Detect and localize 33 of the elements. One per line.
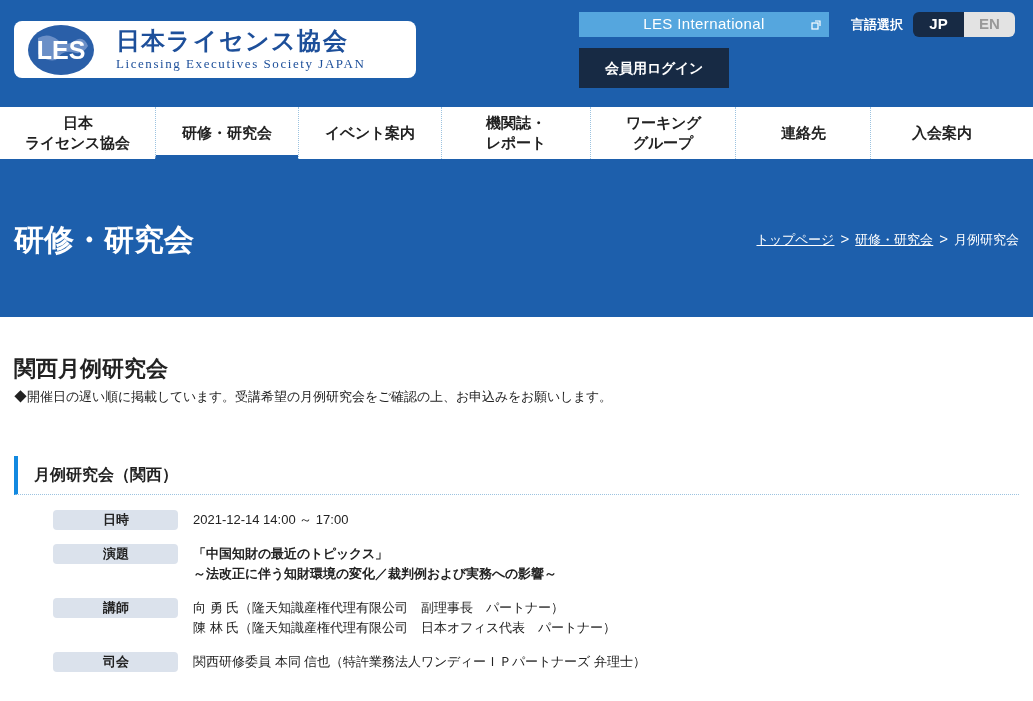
field-label: 講師 xyxy=(53,598,178,618)
nav-tab[interactable]: 機関誌・ レポート xyxy=(441,107,590,159)
field-label: 日時 xyxy=(53,510,178,530)
breadcrumb-current: 月例研究会 xyxy=(954,230,1019,249)
globe-logo-icon: LES xyxy=(26,23,96,76)
language-label: 言語選択 xyxy=(851,15,903,34)
field-value: ～法改正に伴う知財環境の変化／裁判例および実務への影響～ xyxy=(193,565,557,583)
breadcrumb-separator: > xyxy=(839,229,851,250)
field-value: 「中国知財の最近のトピックス」 xyxy=(193,545,389,563)
breadcrumb-link[interactable]: 研修・研究会 xyxy=(855,229,934,250)
language-tab[interactable]: JP xyxy=(913,12,964,37)
breadcrumb-separator: > xyxy=(938,229,949,250)
section-heading: 月例研究会（関西） xyxy=(14,456,1019,495)
organization-name: 日本ライセンス協会 xyxy=(116,26,349,57)
nav-tab[interactable]: 入会案内 xyxy=(870,107,1013,159)
nav-tab[interactable]: 連絡先 xyxy=(735,107,870,159)
nav-tab[interactable]: イベント案内 xyxy=(298,107,441,159)
organization-subtitle: Licensing Executives Society JAPAN xyxy=(116,56,366,73)
notice-text: ◆開催日の遅い順に掲載しています。受講希望の月例研究会をご確認の上、お申込みをお願いします。 xyxy=(14,387,613,406)
page-title: 関西月例研究会 xyxy=(14,355,169,383)
field-value: 陳 林 氏（隆天知識産権代理有限公司 日本オフィス代表 パートナー） xyxy=(193,619,617,637)
hero-title: 研修・研究会 xyxy=(14,222,194,258)
field-value: 向 勇 氏（隆天知識産権代理有限公司 副理事長 パートナー） xyxy=(193,599,566,617)
field-value: 関西研修委員 本同 信也（特許業務法人ワンディーＩＰパートナーズ 弁理士） xyxy=(193,653,646,671)
field-value: 2021-12-14 14:00 ～ 17:00 xyxy=(193,511,349,529)
logo-card[interactable]: LES 日本ライセンス協会 Licensing Executives Society JAPAN xyxy=(14,21,416,78)
external-link-icon xyxy=(811,20,821,30)
member-login-button[interactable]: 会員用ログイン xyxy=(579,48,729,88)
field-label: 演題 xyxy=(53,544,178,564)
field-label: 司会 xyxy=(53,652,178,672)
breadcrumb-link[interactable]: トップページ xyxy=(756,229,835,250)
nav-tab[interactable]: 日本 ライセンス協会 xyxy=(0,107,155,159)
nav-tab[interactable]: ワーキング グループ xyxy=(590,107,735,159)
